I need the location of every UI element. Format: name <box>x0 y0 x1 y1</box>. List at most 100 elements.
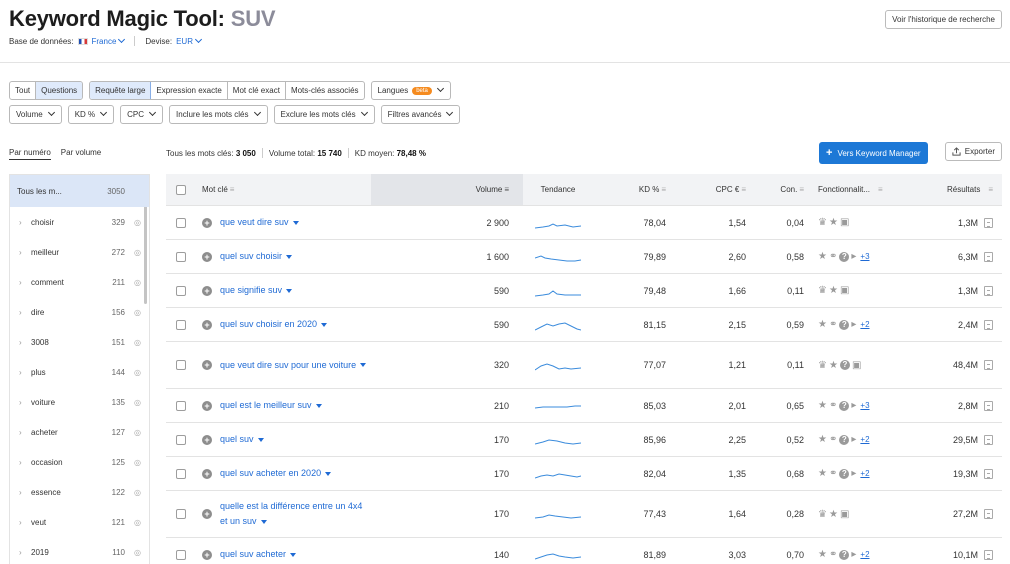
serp-snapshot-icon[interactable] <box>984 468 993 479</box>
row-checkbox[interactable] <box>176 434 186 445</box>
keyword-link[interactable]: que veut dire suv <box>220 215 299 230</box>
caret-down-icon[interactable] <box>286 288 293 293</box>
keyword-manager-button[interactable]: + Vers Keyword Manager <box>819 142 928 164</box>
keyword-link[interactable]: quel suv choisir <box>220 249 293 264</box>
row-checkbox[interactable] <box>176 285 186 296</box>
caret-down-icon[interactable] <box>257 437 264 442</box>
broad-match-toggle[interactable]: Requête large <box>90 82 152 99</box>
keyword-text[interactable]: quel suv acheter <box>220 549 286 559</box>
serp-snapshot-icon[interactable] <box>984 319 993 330</box>
keyword-text[interactable]: que veut dire suv <box>220 217 289 227</box>
add-keyword-icon[interactable]: + <box>202 251 212 262</box>
keyword-link[interactable]: quel suv acheter <box>220 547 297 562</box>
caret-down-icon[interactable] <box>286 254 293 259</box>
include-keywords-filter[interactable]: Inclure les mots clés <box>169 105 268 124</box>
eye-icon[interactable]: ◎ <box>125 338 141 347</box>
serp-snapshot-icon[interactable] <box>984 285 993 296</box>
eye-icon[interactable]: ◎ <box>125 458 141 467</box>
cpc-filter[interactable]: CPC <box>120 105 164 124</box>
caret-down-icon[interactable] <box>315 403 322 408</box>
related-keywords-toggle[interactable]: Mots-clés associés <box>286 82 364 99</box>
keyword-text[interactable]: quel suv <box>220 434 254 444</box>
all-toggle[interactable]: Tout <box>10 82 37 99</box>
more-features-link[interactable]: +3 <box>860 401 869 410</box>
advanced-filters[interactable]: Filtres avancés <box>380 105 461 124</box>
more-features-link[interactable]: +2 <box>860 320 869 329</box>
col-competition[interactable]: Con. ≡ <box>752 185 810 194</box>
row-checkbox[interactable] <box>176 549 186 560</box>
caret-down-icon[interactable] <box>321 322 328 327</box>
exclude-keywords-filter[interactable]: Exclure les mots clés <box>273 105 375 124</box>
col-volume[interactable]: Volume ≡ <box>371 174 523 205</box>
sidebar-item[interactable]: › plus 144 ◎ <box>10 357 149 387</box>
add-keyword-icon[interactable]: + <box>202 400 212 411</box>
export-button[interactable]: Exporter <box>944 142 1002 161</box>
row-checkbox[interactable] <box>176 509 186 519</box>
row-checkbox[interactable] <box>176 468 186 479</box>
keyword-link[interactable]: que veut dire suv pour une voiture <box>220 358 367 373</box>
keyword-text[interactable]: que signifie suv <box>220 285 282 295</box>
eye-icon[interactable]: ◎ <box>125 518 141 527</box>
col-keyword[interactable]: Mot clé ≡ <box>196 185 371 194</box>
keyword-link[interactable]: quelle est la différence entre un 4x4 et… <box>220 499 371 529</box>
add-keyword-icon[interactable]: + <box>202 468 212 479</box>
exact-keyword-toggle[interactable]: Mot clé exact <box>228 82 286 99</box>
keyword-text[interactable]: quelle est la différence entre un 4x4 et… <box>220 501 362 526</box>
serp-snapshot-icon[interactable] <box>984 360 993 370</box>
keyword-text[interactable]: quel suv choisir en 2020 <box>220 319 317 329</box>
sidebar-item[interactable]: › veut 121 ◎ <box>10 507 149 537</box>
sidebar-item[interactable]: › comment 211 ◎ <box>10 267 149 297</box>
row-checkbox[interactable] <box>176 360 186 370</box>
database-select[interactable]: France <box>92 35 126 46</box>
kd-filter[interactable]: KD % <box>67 105 115 124</box>
add-keyword-icon[interactable]: + <box>202 360 212 370</box>
tab-by-volume[interactable]: Par volume <box>61 148 101 160</box>
caret-down-icon[interactable] <box>292 220 299 225</box>
serp-snapshot-icon[interactable] <box>984 400 993 411</box>
eye-icon[interactable]: ◎ <box>125 248 141 257</box>
keyword-text[interactable]: quel suv choisir <box>220 251 282 261</box>
sidebar-item[interactable]: › 2019 110 ◎ <box>10 537 149 564</box>
search-history-button[interactable]: Voir l'historique de recherche <box>885 10 1002 29</box>
col-kd[interactable]: KD % ≡ <box>593 185 672 194</box>
add-keyword-icon[interactable]: + <box>202 434 212 445</box>
keyword-link[interactable]: quel est le meilleur suv <box>220 398 322 413</box>
sidebar-item[interactable]: › dire 156 ◎ <box>10 297 149 327</box>
row-checkbox[interactable] <box>176 319 186 330</box>
eye-icon[interactable]: ◎ <box>125 278 141 287</box>
keyword-link[interactable]: quel suv choisir en 2020 <box>220 317 328 332</box>
row-checkbox[interactable] <box>176 400 186 411</box>
keyword-text[interactable]: quel est le meilleur suv <box>220 400 312 410</box>
more-features-link[interactable]: +2 <box>860 550 869 559</box>
serp-snapshot-icon[interactable] <box>984 509 993 519</box>
more-features-link[interactable]: +3 <box>860 252 869 261</box>
col-results[interactable]: Résultats ≡ <box>900 185 1002 194</box>
languages-dropdown[interactable]: Langues beta <box>370 81 451 100</box>
serp-snapshot-icon[interactable] <box>984 251 993 262</box>
eye-icon[interactable]: ◎ <box>125 308 141 317</box>
sidebar-item[interactable]: › acheter 127 ◎ <box>10 417 149 447</box>
sidebar-item[interactable]: › 3008 151 ◎ <box>10 327 149 357</box>
keyword-link[interactable]: quel suv acheter en 2020 <box>220 466 332 481</box>
caret-down-icon[interactable] <box>360 363 367 368</box>
add-keyword-icon[interactable]: + <box>202 217 212 228</box>
col-cpc[interactable]: CPC € ≡ <box>672 185 752 194</box>
exact-phrase-toggle[interactable]: Expression exacte <box>151 82 228 99</box>
keyword-link[interactable]: que signifie suv <box>220 283 293 298</box>
caret-down-icon[interactable] <box>290 552 297 557</box>
more-features-link[interactable]: +2 <box>860 469 869 478</box>
caret-down-icon[interactable] <box>325 471 332 476</box>
row-checkbox[interactable] <box>176 217 186 228</box>
add-keyword-icon[interactable]: + <box>202 319 212 330</box>
volume-filter[interactable]: Volume <box>9 105 62 124</box>
select-all-checkbox[interactable] <box>176 184 186 195</box>
eye-icon[interactable]: ◎ <box>125 398 141 407</box>
caret-down-icon[interactable] <box>260 519 267 524</box>
keyword-link[interactable]: quel suv <box>220 432 264 447</box>
serp-snapshot-icon[interactable] <box>984 434 993 445</box>
sidebar-item[interactable]: › meilleur 272 ◎ <box>10 237 149 267</box>
add-keyword-icon[interactable]: + <box>202 549 212 560</box>
sidebar-item[interactable]: › choisir 329 ◎ <box>10 207 149 237</box>
sidebar-item-all[interactable]: Tous les m... 3050 <box>10 175 149 207</box>
eye-icon[interactable]: ◎ <box>125 218 141 227</box>
